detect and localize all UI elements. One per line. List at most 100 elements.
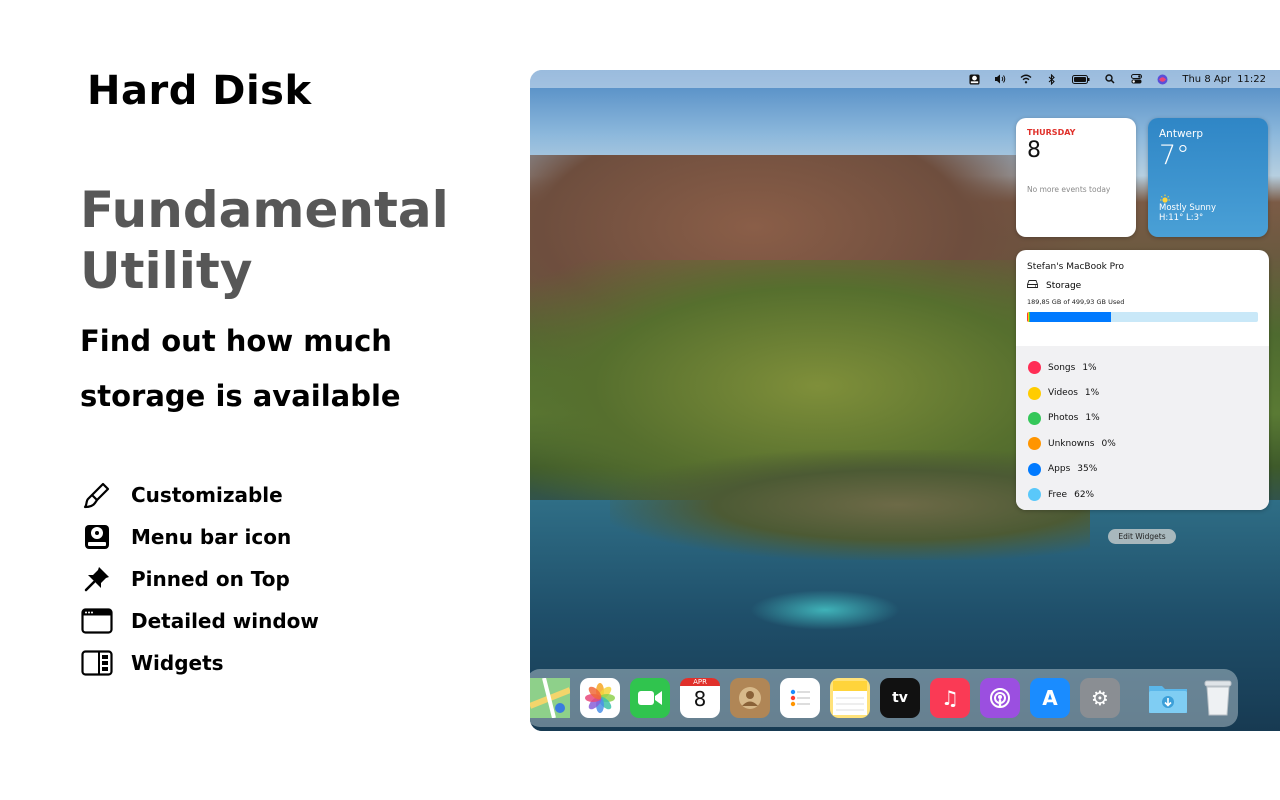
storage-category-item: Photos 1% [1028,406,1257,431]
feature-widgets: Widgets [80,642,319,684]
reminders-icon[interactable] [780,678,820,718]
calendar-icon[interactable]: APR 8 [680,678,720,718]
hard-disk-icon[interactable] [968,73,980,85]
calendar-events: No more events today [1027,185,1111,194]
system-preferences-icon[interactable]: ⚙ [1080,678,1120,718]
category-label: Apps [1048,464,1071,475]
category-value: 0% [1101,438,1116,449]
storage-category-item: Songs 1% [1028,355,1257,380]
facetime-icon[interactable] [630,678,670,718]
subline: Find out how much storage is available [80,324,401,413]
category-color-dot [1028,437,1041,451]
storage-usage-bar [1027,312,1258,322]
category-value: 1% [1084,388,1100,399]
feature-label: Pinned on Top [131,567,290,591]
search-icon[interactable] [1104,73,1116,85]
feature-customizable: Customizable [80,474,319,516]
podcasts-icon[interactable] [980,678,1020,718]
headline-line-1: Fundamental [80,181,449,239]
menu-bar-clock[interactable]: Thu 8 Apr 11:22 [1182,74,1266,85]
hard-disk-icon [80,520,114,554]
weather-high-low: H:11° L:3° [1159,213,1204,223]
storage-label: Storage [1046,280,1082,291]
category-color-dot [1028,411,1041,425]
menu-bar-date: Thu 8 Apr [1182,73,1232,85]
dock-app-glyph: ⚙ [1091,686,1109,710]
dock-app-glyph: ♫ [941,686,959,710]
feature-menu-bar-icon: Menu bar icon [80,516,319,558]
category-color-dot [1028,462,1041,476]
photos-icon[interactable] [580,678,620,718]
dock-app-glyph: tv [892,690,908,706]
dock-app-glyph: A [1042,686,1058,710]
storage-category-item: Unknowns 0% [1028,431,1257,456]
storage-category-item: Free 62% [1028,482,1257,507]
category-value: 35% [1077,464,1098,475]
apple-tv-icon[interactable]: tv [880,678,920,718]
weather-widget[interactable]: Antwerp 7° Mostly Sunny H:11° L:3° [1148,118,1268,237]
category-label: Videos [1048,388,1078,399]
desktop-screenshot: Thu 8 Apr 11:22 THURSDAY 8 No more event… [530,70,1280,731]
category-color-dot [1028,488,1041,502]
contacts-icon[interactable] [730,678,770,718]
weather-temperature: 7° [1159,140,1190,171]
maps-icon[interactable] [530,678,570,718]
feature-label: Detailed window [131,609,319,633]
pin-icon [80,562,114,596]
category-label: Free [1048,489,1068,500]
dock-calendar-month: APR [680,678,720,686]
window-icon [80,604,114,638]
volume-icon[interactable] [994,73,1006,85]
storage-summary: Stefan's MacBook Pro Storage 189,85 GB o… [1016,250,1269,346]
menu-bar: Thu 8 Apr 11:22 [530,70,1280,88]
category-color-dot [1028,386,1041,400]
app-store-icon[interactable]: A [1030,678,1070,718]
storage-bar-segment [1030,312,1112,322]
trash-icon[interactable] [1198,678,1238,718]
category-value: 62% [1074,489,1095,500]
storage-used-text: 189,85 GB of 499,93 GB Used [1027,298,1125,306]
category-value: 1% [1085,413,1100,424]
edit-widgets-button[interactable]: Edit Widgets [1108,529,1176,544]
device-name: Stefan's MacBook Pro [1027,262,1124,272]
control-center-icon[interactable] [1130,73,1142,85]
storage-category-item: Videos 1% [1028,380,1257,405]
sun-icon [1159,190,1171,203]
headline: Fundamental Utility [80,180,449,302]
category-label: Photos [1048,413,1079,424]
weather-condition: Mostly Sunny H:11° L:3° [1159,190,1216,223]
category-label: Unknowns [1048,438,1095,449]
storage-category-item: Apps 35% [1028,457,1257,482]
feature-label: Menu bar icon [131,525,292,549]
calendar-widget[interactable]: THURSDAY 8 No more events today [1016,118,1136,237]
feature-label: Customizable [131,483,283,507]
feature-pinned-on-top: Pinned on Top [80,558,319,600]
siri-icon[interactable] [1156,73,1168,85]
category-color-dot [1028,361,1041,375]
app-title: Hard Disk [87,68,312,114]
calendar-weekday: THURSDAY [1027,128,1076,137]
battery-icon[interactable] [1072,73,1090,85]
weather-description: Mostly Sunny [1159,203,1216,213]
notes-icon[interactable] [830,678,870,718]
headline-line-2: Utility [80,242,253,300]
menu-bar-time: 11:22 [1237,73,1266,85]
drive-icon [1027,280,1038,291]
calendar-day: 8 [1027,138,1041,163]
feature-label: Widgets [131,651,224,675]
storage-category-list: Songs 1% Videos 1% Photos 1% Unknowns 0% Apps 35%… [1016,346,1269,510]
music-icon[interactable]: ♫ [930,678,970,718]
storage-widget[interactable]: Stefan's MacBook Pro Storage 189,85 GB o… [1016,250,1269,510]
storage-row: Storage [1027,280,1258,291]
dock: APR 8 tv ♫ A ⚙ [530,669,1238,727]
feature-detailed-window: Detailed window [80,600,319,642]
weather-city: Antwerp [1159,128,1203,140]
paintbrush-icon [80,478,114,512]
wifi-icon[interactable] [1020,73,1032,85]
wallpaper-lagoon [750,590,900,630]
downloads-folder-icon[interactable] [1148,678,1188,718]
widget-icon [80,646,114,680]
dock-calendar-day: 8 [693,687,707,711]
category-value: 1% [1082,362,1097,373]
bluetooth-icon[interactable] [1046,73,1058,85]
